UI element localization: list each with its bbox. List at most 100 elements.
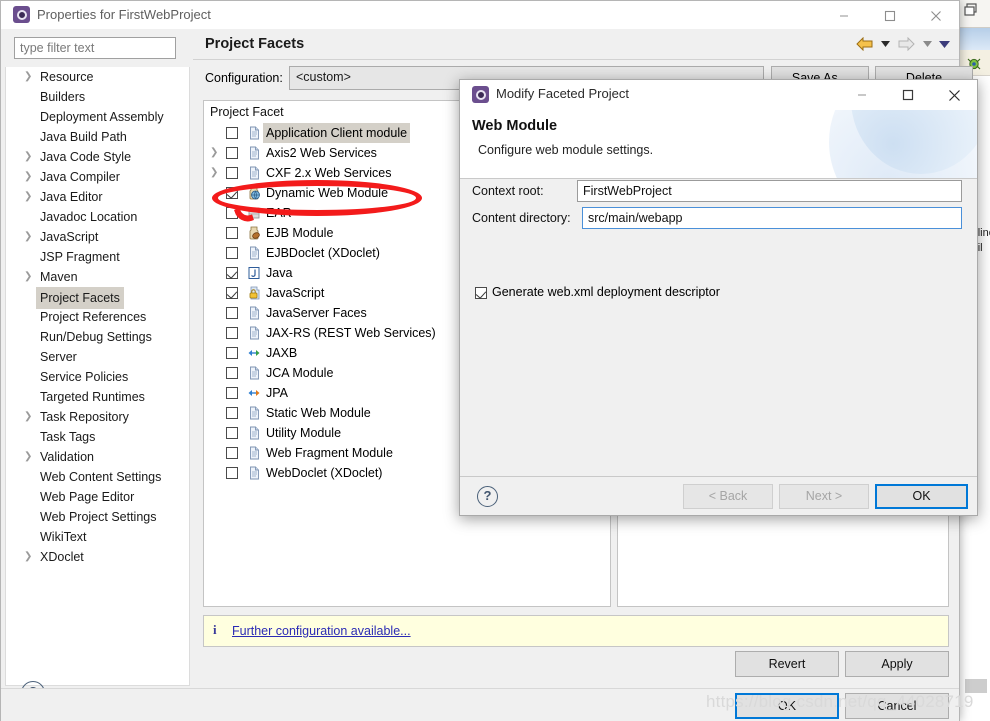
chevron-right-icon[interactable]: ❯	[24, 167, 36, 187]
facet-checkbox[interactable]	[226, 347, 238, 359]
revert-button[interactable]: Revert	[735, 651, 839, 677]
chevron-right-icon[interactable]: ❯	[24, 147, 36, 167]
apply-button[interactable]: Apply	[845, 651, 949, 677]
facet-checkbox[interactable]	[226, 307, 238, 319]
sidebar-item-java-build-path[interactable]: Java Build Path	[6, 127, 189, 147]
forward-arrow-icon[interactable]	[895, 34, 917, 54]
facet-checkbox[interactable]	[226, 267, 238, 279]
sidebar-item-server[interactable]: Server	[6, 347, 189, 367]
sidebar-item-deployment-assembly[interactable]: Deployment Assembly	[6, 107, 189, 127]
facet-checkbox[interactable]	[226, 147, 238, 159]
modal-help-icon[interactable]: ?	[477, 486, 498, 507]
modal-heading: Web Module	[472, 118, 558, 134]
facet-label: JAX-RS (REST Web Services)	[266, 326, 436, 340]
sidebar-item-builders[interactable]: Builders	[6, 87, 189, 107]
sidebar-item-java-editor[interactable]: ❯ Java Editor	[6, 187, 189, 207]
facet-checkbox[interactable]	[226, 287, 238, 299]
sidebar-item-maven[interactable]: ❯ Maven	[6, 267, 189, 287]
sidebar-item-xdoclet[interactable]: ❯ XDoclet	[6, 547, 189, 567]
facet-checkbox[interactable]	[226, 227, 238, 239]
facet-checkbox[interactable]	[226, 467, 238, 479]
sidebar-item-label: Builders	[40, 90, 86, 104]
sidebar-item-project-facets[interactable]: Project Facets	[6, 287, 189, 309]
further-configuration-link[interactable]: Further configuration available...	[232, 624, 411, 638]
chevron-right-icon[interactable]: ❯	[24, 407, 36, 427]
modal-ok-button[interactable]: OK	[875, 484, 968, 509]
sidebar-item-jsp-fragment[interactable]: JSP Fragment	[6, 247, 189, 267]
facet-checkbox[interactable]	[226, 447, 238, 459]
maximize-icon[interactable]	[867, 1, 913, 30]
back-button[interactable]: < Back	[683, 484, 773, 509]
sidebar-item-web-project-settings[interactable]: Web Project Settings	[6, 507, 189, 527]
forward-menu-chevron-down-icon[interactable]	[920, 34, 934, 54]
facet-checkbox[interactable]	[226, 327, 238, 339]
minimize-icon[interactable]	[821, 1, 867, 30]
facet-checkbox[interactable]	[226, 387, 238, 399]
next-button[interactable]: Next >	[779, 484, 869, 509]
sidebar-item-label: Web Page Editor	[40, 490, 135, 504]
facet-label: Utility Module	[266, 426, 342, 440]
sidebar-item-label: Validation	[40, 450, 94, 464]
watermark: https://blog.csdn.net/qq_44028719	[706, 692, 974, 711]
close-icon[interactable]	[913, 1, 959, 30]
facet-label: Static Web Module	[266, 406, 371, 420]
sidebar-item-wikitext[interactable]: WikiText	[6, 527, 189, 547]
chevron-right-icon[interactable]: ❯	[24, 267, 36, 287]
sidebar-item-javadoc-location[interactable]: Javadoc Location	[6, 207, 189, 227]
back-arrow-icon[interactable]	[853, 34, 875, 54]
facet-checkbox[interactable]	[226, 187, 238, 199]
eclipse-app-icon	[472, 86, 489, 103]
content-directory-input[interactable]: src/main/webapp	[582, 207, 962, 229]
sidebar-item-run-debug-settings[interactable]: Run/Debug Settings	[6, 327, 189, 347]
sidebar-item-label: Project References	[40, 310, 147, 324]
facet-label: Application Client module	[263, 123, 411, 143]
generate-webxml-checkbox[interactable]: Generate web.xml deployment descriptor	[475, 285, 720, 299]
sidebar-item-project-references[interactable]: Project References	[6, 307, 189, 327]
sidebar-item-javascript[interactable]: ❯ JavaScript	[6, 227, 189, 247]
sidebar-item-task-tags[interactable]: Task Tags	[6, 427, 189, 447]
back-menu-chevron-down-icon[interactable]	[878, 34, 892, 54]
checkbox-box	[475, 287, 487, 299]
facet-checkbox[interactable]	[226, 427, 238, 439]
facet-checkbox[interactable]	[226, 247, 238, 259]
facet-checkbox[interactable]	[226, 127, 238, 139]
chevron-right-icon[interactable]: ❯	[210, 163, 222, 183]
sidebar-item-java-compiler[interactable]: ❯ Java Compiler	[6, 167, 189, 187]
modal-close-icon[interactable]	[931, 80, 977, 110]
sidebar-item-resource[interactable]: ❯ Resource	[6, 67, 189, 87]
sidebar-item-java-code-style[interactable]: ❯ Java Code Style	[6, 147, 189, 167]
facet-label: Dynamic Web Module	[266, 186, 389, 200]
sidebar-item-validation[interactable]: ❯ Validation	[6, 447, 189, 467]
facet-checkbox[interactable]	[226, 367, 238, 379]
sidebar-item-service-policies[interactable]: Service Policies	[6, 367, 189, 387]
modal-minimize-icon[interactable]	[839, 80, 885, 110]
sidebar-item-label: JavaScript	[40, 230, 99, 244]
jpa-icon	[247, 386, 261, 400]
facet-label: JCA Module	[266, 366, 334, 380]
chevron-right-icon[interactable]: ❯	[24, 227, 36, 247]
modal-maximize-icon[interactable]	[885, 80, 931, 110]
chevron-right-icon[interactable]: ❯	[24, 187, 36, 207]
sidebar-item-web-content-settings[interactable]: Web Content Settings	[6, 467, 189, 487]
chevron-right-icon[interactable]: ❯	[24, 67, 36, 87]
context-root-input[interactable]: FirstWebProject	[577, 180, 962, 202]
sidebar-item-label: Java Compiler	[40, 170, 120, 184]
sidebar-item-targeted-runtimes[interactable]: Targeted Runtimes	[6, 387, 189, 407]
sidebar-item-web-page-editor[interactable]: Web Page Editor	[6, 487, 189, 507]
ide-scrollbar-thumb[interactable]	[965, 679, 987, 693]
sidebar-item-task-repository[interactable]: ❯ Task Repository	[6, 407, 189, 427]
ide-restore-icon[interactable]	[963, 2, 983, 20]
facet-checkbox[interactable]	[226, 167, 238, 179]
settings-nav-tree[interactable]: ❯ Resource Builders Deployment Assembly Java…	[5, 67, 190, 686]
ejb-icon	[247, 226, 261, 240]
sidebar-item-label: Javadoc Location	[40, 210, 138, 224]
generate-webxml-label: Generate web.xml deployment descriptor	[492, 285, 720, 299]
facet-checkbox[interactable]	[226, 407, 238, 419]
chevron-right-icon[interactable]: ❯	[24, 547, 36, 567]
sidebar-item-label: Deployment Assembly	[40, 110, 164, 124]
sidebar-item-label: Java Build Path	[40, 130, 127, 144]
more-chevron-down-icon[interactable]	[937, 34, 951, 54]
filter-input[interactable]: type filter text	[14, 37, 176, 59]
chevron-right-icon[interactable]: ❯	[24, 447, 36, 467]
chevron-right-icon[interactable]: ❯	[210, 143, 222, 163]
